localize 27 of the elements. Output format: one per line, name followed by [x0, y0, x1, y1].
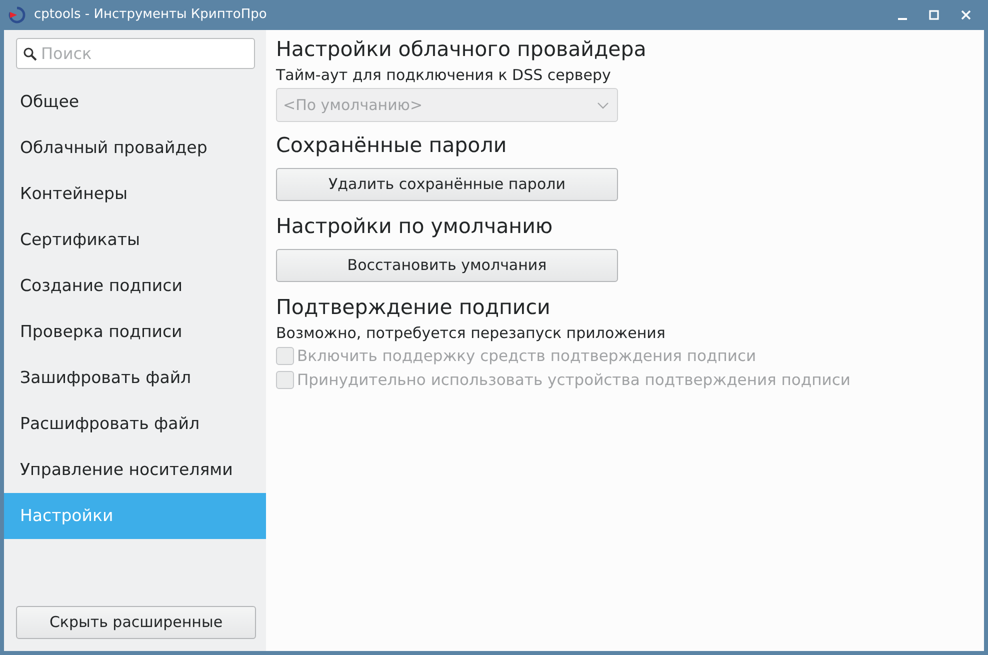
sidebar-item[interactable]: Управление носителями	[4, 447, 266, 493]
section-heading: Настройки облачного провайдера	[276, 36, 648, 63]
field-label: Возможно, потребуется перезапуск приложения	[276, 323, 666, 344]
hide-advanced-button[interactable]: Скрыть расширенные	[16, 606, 256, 639]
sidebar-item[interactable]: Общее	[4, 79, 266, 125]
checkbox-label: Принудительно использовать устройства подтверждения подписи	[297, 370, 850, 391]
window-title: cptools - Инструменты КриптоПро	[34, 6, 267, 24]
minimize-icon	[898, 18, 906, 20]
sidebar-item[interactable]: Расшифровать файл	[4, 401, 266, 447]
sidebar-item[interactable]: Контейнеры	[4, 171, 266, 217]
maximize-icon	[929, 10, 939, 20]
sidebar-item[interactable]: Создание подписи	[4, 263, 266, 309]
action-button[interactable]: Восстановить умолчания	[276, 249, 618, 282]
action-button[interactable]: Удалить сохранённые пароли	[276, 168, 618, 201]
section-heading: Подтверждение подписи	[276, 294, 552, 321]
field-label: Тайм-аут для подключения к DSS серверу	[276, 65, 612, 86]
section-heading: Настройки по умолчанию	[276, 213, 554, 240]
sidebar-item[interactable]: Сертификаты	[4, 217, 266, 263]
search-field[interactable]: Поиск	[16, 38, 255, 69]
section-heading: Сохранённые пароли	[276, 132, 508, 159]
close-icon	[961, 10, 971, 20]
sidebar-item[interactable]: Проверка подписи	[4, 309, 266, 355]
chevron-down-icon	[597, 102, 609, 108]
app-logo-icon	[8, 6, 26, 24]
checkbox-label: Включить поддержку средств подтверждения подписи	[297, 346, 756, 367]
sidebar-item[interactable]: Зашифровать файл	[4, 355, 266, 401]
sidebar-item[interactable]: Облачный провайдер	[4, 125, 266, 171]
